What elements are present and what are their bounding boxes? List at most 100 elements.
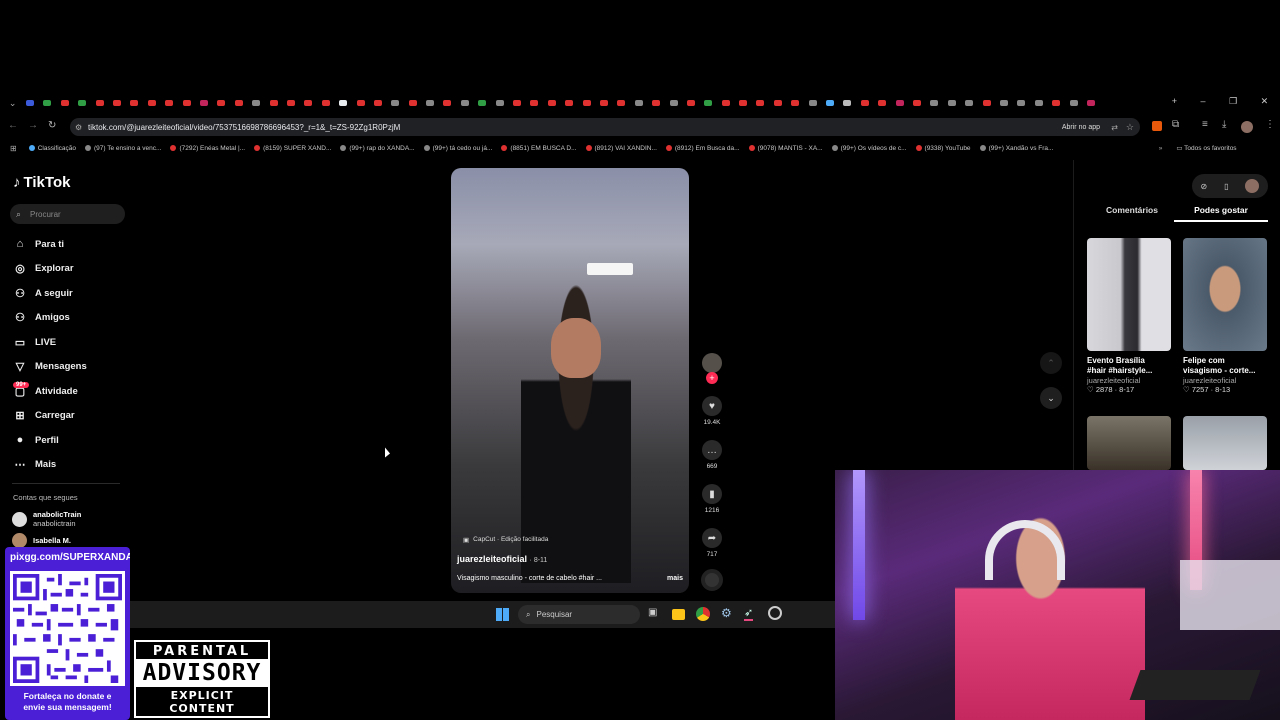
sidebar-item[interactable]: ▭ LIVE — [14, 336, 56, 349]
profile-avatar-icon[interactable] — [1241, 121, 1253, 133]
suggested-video-thumbnail[interactable] — [1183, 416, 1267, 470]
sidebar-item[interactable]: ⚇ Amigos — [14, 311, 70, 324]
chrome-icon[interactable] — [696, 607, 710, 621]
browser-tab[interactable] — [943, 95, 960, 111]
browser-tab[interactable] — [456, 95, 473, 111]
sidebar-item[interactable]: ◎ Explorar — [14, 262, 73, 275]
browser-tab[interactable] — [734, 95, 751, 111]
extensions-puzzle-icon[interactable]: ⧉ — [1172, 119, 1179, 130]
bookmark-item[interactable]: (99+) tá cedo ou já... — [423, 145, 492, 152]
apps-grid-icon[interactable]: ⊞ — [10, 144, 17, 153]
bookmark-item[interactable]: (7292) Enéas Metal |... — [170, 145, 245, 152]
browser-tab[interactable] — [821, 95, 838, 111]
forward-icon[interactable]: → — [28, 120, 38, 131]
browser-tab[interactable] — [787, 95, 804, 111]
tab-comments[interactable]: Comentários — [1090, 205, 1174, 222]
author-avatar[interactable] — [702, 353, 722, 373]
new-tab-icon[interactable]: + — [1172, 96, 1177, 110]
browser-tab[interactable] — [682, 95, 699, 111]
task-view-icon[interactable]: ▣ — [648, 607, 657, 618]
browser-tab[interactable] — [108, 95, 125, 111]
browser-tab[interactable] — [352, 95, 369, 111]
browser-tab[interactable] — [717, 95, 734, 111]
browser-tab[interactable] — [195, 95, 212, 111]
browser-tab[interactable] — [126, 95, 143, 111]
bookmarks-overflow-icon[interactable]: » — [1159, 145, 1163, 152]
steam-icon[interactable]: ➶ — [744, 606, 754, 621]
browser-tab[interactable] — [1065, 95, 1082, 111]
browser-tab[interactable] — [508, 95, 525, 111]
suggested-video-thumbnail[interactable] — [1087, 238, 1171, 351]
browser-tab[interactable] — [230, 95, 247, 111]
maximize-icon[interactable]: ❐ — [1229, 96, 1237, 110]
bookmark-item[interactable]: (8912) Em Busca da... — [665, 145, 740, 152]
browser-tab[interactable] — [630, 95, 647, 111]
browser-tab[interactable] — [856, 95, 873, 111]
sidebar-item[interactable]: ⌂ Para ti — [14, 238, 64, 250]
browser-tab[interactable] — [595, 95, 612, 111]
browser-tab[interactable] — [1082, 95, 1099, 111]
suggested-video-info[interactable]: Felipe com visagismo - corte... juarezlei… — [1183, 356, 1267, 394]
caption-more-link[interactable]: mais — [667, 575, 683, 582]
download-icon[interactable]: ⤓ — [1222, 119, 1226, 130]
sidebar-item[interactable]: ● Perfil — [14, 434, 59, 446]
bookmark-star-icon[interactable]: ☆ — [1126, 122, 1134, 133]
browser-tab[interactable] — [769, 95, 786, 111]
browser-tab[interactable] — [421, 95, 438, 111]
save-button[interactable]: ▮ 1216 — [702, 484, 722, 514]
browser-tab[interactable] — [439, 95, 456, 111]
browser-tab[interactable] — [978, 95, 995, 111]
browser-menu-icon[interactable]: ⋮ — [1265, 119, 1275, 130]
browser-tab[interactable] — [317, 95, 334, 111]
url-field[interactable]: ⚙ tiktok.com/@juarezleiteoficial/video/7… — [70, 118, 1140, 136]
browser-tab[interactable] — [752, 95, 769, 111]
site-info-icon[interactable]: ⚙ — [75, 123, 82, 132]
browser-tab[interactable] — [39, 95, 56, 111]
tiktok-logo[interactable]: ♪ TikTok — [13, 174, 70, 191]
user-avatar[interactable] — [1245, 179, 1260, 193]
search-input[interactable]: ⌕ Procurar — [10, 204, 125, 224]
compass-icon[interactable]: ⊘ — [1200, 182, 1207, 191]
browser-tab[interactable] — [282, 95, 299, 111]
video-author[interactable]: juarezleiteoficial — [457, 554, 527, 564]
browser-tab[interactable] — [1013, 95, 1030, 111]
browser-tab[interactable] — [1047, 95, 1064, 111]
media-icon[interactable]: ≡ — [1202, 119, 1208, 130]
browser-tab[interactable] — [161, 95, 178, 111]
reload-icon[interactable]: ↻ — [48, 120, 56, 131]
sidebar-item[interactable]: ⋯ Mais — [14, 458, 57, 471]
browser-tab[interactable] — [926, 95, 943, 111]
minimize-icon[interactable]: – — [1201, 96, 1206, 110]
browser-tab[interactable] — [74, 95, 91, 111]
sidebar-item[interactable]: ⊞ Carregar — [14, 409, 74, 422]
capcut-label[interactable]: ▣ CapCut · Edição facilitada — [463, 536, 548, 544]
translate-icon[interactable]: ⇄ — [1111, 123, 1118, 132]
windows-start-icon[interactable] — [496, 608, 509, 621]
browser-tab[interactable] — [647, 95, 664, 111]
browser-tab[interactable] — [891, 95, 908, 111]
browser-tab[interactable] — [91, 95, 108, 111]
browser-tab[interactable] — [543, 95, 560, 111]
browser-tab[interactable] — [265, 95, 282, 111]
browser-tab[interactable] — [700, 95, 717, 111]
browser-tab[interactable] — [578, 95, 595, 111]
browser-tab[interactable] — [213, 95, 230, 111]
next-video-button[interactable]: ⌄ — [1040, 387, 1062, 409]
file-explorer-icon[interactable] — [672, 609, 685, 620]
browser-tab[interactable] — [839, 95, 856, 111]
browser-tab[interactable] — [369, 95, 386, 111]
bookmark-item[interactable]: (9338) YouTube — [915, 145, 971, 152]
browser-tab[interactable] — [960, 95, 977, 111]
all-favorites-folder[interactable]: ▭ Todos os favoritos — [1176, 144, 1236, 152]
browser-tab[interactable] — [908, 95, 925, 111]
bookmark-item[interactable]: (97) Te ensino a venc... — [85, 145, 161, 152]
browser-tab[interactable] — [334, 95, 351, 111]
browser-tab[interactable] — [387, 95, 404, 111]
back-icon[interactable]: ← — [8, 120, 18, 131]
device-icon[interactable]: ▯ — [1224, 182, 1228, 191]
tab-suggested[interactable]: Podes gostar — [1174, 205, 1268, 222]
taskbar-search-input[interactable]: ⌕ Pesquisar — [518, 605, 640, 624]
like-button[interactable]: ♥ 19.4K — [702, 396, 722, 426]
browser-tab[interactable] — [56, 95, 73, 111]
browser-tab[interactable] — [491, 95, 508, 111]
